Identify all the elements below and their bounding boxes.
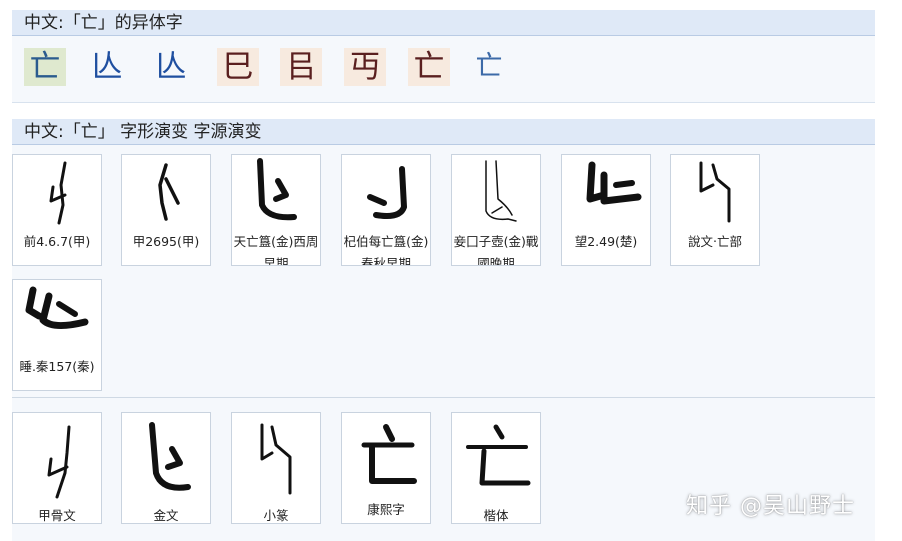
glyph-bronze-image (149, 422, 191, 491)
glyph-oracle-1-image (49, 161, 67, 225)
variant-glyph-8[interactable]: 亡 (468, 48, 510, 86)
script-card-bronze[interactable]: 金文 (121, 412, 211, 524)
evolution-caption-7: 說文‧亡部 (688, 234, 742, 249)
script-card-kangxi[interactable]: 康熙字 (341, 412, 431, 524)
script-caption-regular: 楷体 (483, 508, 509, 523)
script-caption-bronze: 金文 (153, 508, 179, 523)
variant-list: 亡 亾 亾 巳 㠯 丏 亡 亡 (12, 42, 875, 102)
glyph-bronze-2-image (367, 166, 407, 219)
script-caption-oracle: 甲骨文 (38, 508, 76, 523)
evolution-caption-3: 天亡簋(金)西周早期 (233, 234, 319, 266)
glyph-qin-image (25, 286, 89, 329)
script-card-regular[interactable]: 楷体 (451, 412, 541, 524)
evolution-card-8[interactable]: 睡.秦157(秦) (12, 279, 102, 391)
variant-section-title: 中文:「亡」的异体字 (12, 10, 875, 36)
evolution-card-7[interactable]: 說文‧亡部 (670, 154, 760, 266)
script-card-oracle[interactable]: 甲骨文 (12, 412, 102, 524)
glyph-oracle-bone-image (47, 425, 71, 499)
variant-panel: 中文:「亡」的异体字 亡 亾 亾 巳 㠯 丏 亡 亡 (12, 10, 875, 103)
glyph-bronze-1-image (257, 158, 297, 221)
script-card-seal[interactable]: 小篆 (231, 412, 321, 524)
glyph-chu-image (586, 161, 642, 205)
section-divider (12, 397, 875, 398)
glyph-bronze-3-image (485, 160, 517, 222)
variant-glyph-3[interactable]: 亾 (150, 48, 192, 86)
evolution-caption-6: 望2.49(楚) (574, 234, 638, 249)
evolution-caption-4: 杞伯每亡簋(金)春秋早期 (343, 234, 429, 266)
evolution-card-4[interactable]: 杞伯每亡簋(金)春秋早期 (341, 154, 431, 266)
evolution-caption-8: 睡.秦157(秦) (19, 359, 95, 374)
glyph-seal-image (260, 423, 292, 495)
glyph-kangxi-image (361, 424, 417, 484)
variant-glyph-1[interactable]: 亡 (24, 48, 66, 86)
variant-glyph-2[interactable]: 亾 (86, 48, 128, 86)
glyph-regular-image (466, 424, 531, 486)
glyph-shuowen-image (699, 161, 731, 223)
evolution-card-5[interactable]: 妾囗子壺(金)戰國晚期 (451, 154, 541, 266)
glyph-oracle-2-image (158, 163, 180, 221)
script-caption-seal: 小篆 (263, 508, 289, 523)
evolution-caption-1: 前4.6.7(甲) (23, 234, 91, 249)
variant-glyph-6[interactable]: 丏 (344, 48, 386, 86)
evolution-card-6[interactable]: 望2.49(楚) (561, 154, 651, 266)
script-caption-kangxi: 康熙字 (367, 502, 405, 517)
variant-glyph-7[interactable]: 亡 (408, 48, 450, 86)
evolution-card-2[interactable]: 甲2695(甲) (121, 154, 211, 266)
evolution-section-title: 中文:「亡」 字形演变 字源演变 (12, 119, 875, 145)
zhihu-watermark: 知乎 @吴山野士 (686, 494, 855, 519)
evolution-caption-2: 甲2695(甲) (132, 234, 200, 249)
evolution-caption-5: 妾囗子壺(金)戰國晚期 (453, 234, 539, 266)
evolution-card-3[interactable]: 天亡簋(金)西周早期 (231, 154, 321, 266)
evolution-card-1[interactable]: 前4.6.7(甲) (12, 154, 102, 266)
variant-glyph-4[interactable]: 巳 (217, 48, 259, 86)
variant-glyph-5[interactable]: 㠯 (280, 48, 322, 86)
